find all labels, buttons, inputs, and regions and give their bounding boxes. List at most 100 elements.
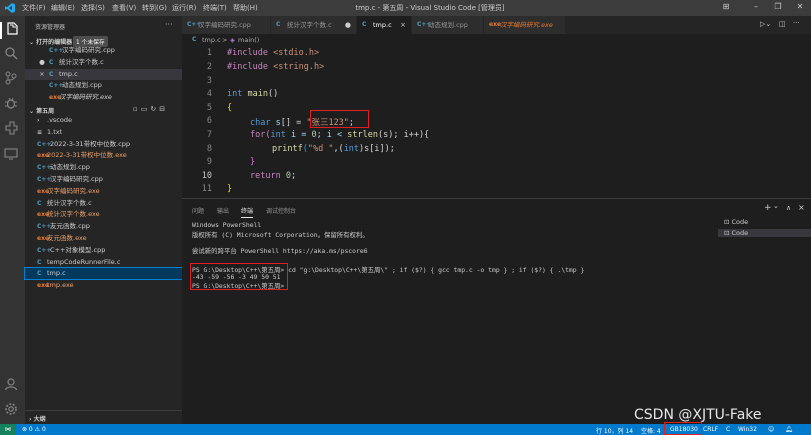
- text-file-icon: ≡: [37, 128, 43, 136]
- file-item[interactable]: exe友元函数.exe: [25, 233, 182, 244]
- tab-tmp-c[interactable]: C tmp.c ×: [357, 16, 412, 34]
- file-name: tmp.c: [47, 269, 66, 278]
- breadcrumb-separator: >: [222, 36, 228, 44]
- layout-icon[interactable]: ⊞: [716, 2, 736, 14]
- file-item[interactable]: exe2022-3-31带权中位数.exe: [25, 150, 182, 161]
- exe-file-icon: exe: [37, 282, 50, 290]
- tab-terminal[interactable]: 终端: [241, 206, 254, 218]
- open-editor-item[interactable]: ● C 统计汉字个数.c: [25, 57, 182, 68]
- extensions-icon[interactable]: [4, 121, 21, 138]
- menu-help[interactable]: 帮助(H): [233, 3, 258, 13]
- menu-edit[interactable]: 编辑(E): [51, 3, 75, 13]
- account-icon[interactable]: [4, 377, 21, 394]
- editor-more-icon[interactable]: ···: [793, 19, 800, 27]
- file-name: 统计汉字个数.exe: [47, 210, 100, 219]
- maximize-panel-icon[interactable]: ∧: [786, 204, 791, 212]
- terminal-dropdown-icon[interactable]: ⌄: [773, 202, 779, 210]
- unsaved-dot-icon[interactable]: ●: [345, 16, 351, 34]
- terminal-instance-active[interactable]: ⊡ Code: [718, 229, 811, 237]
- indentation[interactable]: 空格: 4: [641, 426, 661, 435]
- file-name: tempCodeRunnerFile.c: [47, 257, 121, 266]
- settings-gear-icon[interactable]: [4, 402, 21, 419]
- refresh-icon[interactable]: ↻: [150, 105, 159, 113]
- file-item[interactable]: ≡ 1.txt: [25, 127, 182, 138]
- close-tab-icon[interactable]: ×: [400, 16, 406, 34]
- remote-explorer-icon[interactable]: [4, 147, 21, 164]
- open-editor-item[interactable]: C++汉字编码研究.cpp: [25, 45, 182, 56]
- file-item[interactable]: C++动态规划.cpp: [25, 162, 182, 173]
- folder-item[interactable]: › .vscode: [25, 115, 182, 126]
- run-debug-icon[interactable]: [4, 96, 21, 113]
- line-ending[interactable]: CRLF: [703, 426, 718, 433]
- new-file-icon[interactable]: ▫: [133, 105, 141, 113]
- close-editor-icon[interactable]: ×: [25, 69, 49, 80]
- file-item[interactable]: CtempCodeRunnerFile.c: [25, 257, 182, 268]
- folder-chevron-icon: ›: [37, 117, 40, 124]
- unsaved-dot-icon[interactable]: ●: [25, 57, 49, 68]
- breadcrumb-symbol[interactable]: main(): [238, 34, 259, 46]
- tab-output[interactable]: 输出: [217, 206, 229, 215]
- c-file-icon: C: [49, 70, 54, 78]
- file-item[interactable]: C++友元函数.cpp: [25, 221, 182, 232]
- tab-count-c[interactable]: C 统计汉字个数.c ●: [271, 16, 357, 34]
- new-terminal-icon[interactable]: +: [764, 203, 772, 213]
- tab-hanzi-exe[interactable]: exe 汉字编码研究.exe: [484, 16, 566, 34]
- file-item[interactable]: exe统计汉字个数.exe: [25, 209, 182, 220]
- close-window-button[interactable]: ✕: [790, 2, 810, 14]
- code-line-4: int main(): [227, 89, 279, 99]
- close-panel-icon[interactable]: ×: [798, 203, 805, 212]
- open-editor-item[interactable]: C++动态规划.cpp: [25, 80, 182, 91]
- vscode-logo-icon: [5, 3, 15, 13]
- cursor-position[interactable]: 行 10，列 14: [596, 426, 633, 435]
- minimize-button[interactable]: –: [746, 2, 766, 14]
- breadcrumb-file[interactable]: tmp.c: [202, 34, 221, 46]
- source-control-icon[interactable]: [4, 71, 21, 88]
- menu-selection[interactable]: 选择(S): [81, 3, 105, 13]
- search-icon[interactable]: [4, 46, 21, 63]
- menu-view[interactable]: 查看(V): [112, 3, 136, 13]
- collapse-all-icon[interactable]: ⊟: [159, 105, 168, 113]
- folder-header[interactable]: ⌄ 第五周: [29, 106, 54, 115]
- notifications-icon[interactable]: 🔔︎: [785, 426, 793, 433]
- outline-header[interactable]: › 大纲: [29, 414, 46, 423]
- cpp-file-icon: C++: [37, 223, 52, 231]
- terminal-line: 尝试新的跨平台 PowerShell https://aka.ms/pscore…: [192, 247, 368, 255]
- tab-debug-console[interactable]: 调试控制台: [266, 206, 296, 215]
- split-editor-icon[interactable]: ◫: [779, 20, 786, 28]
- restore-button[interactable]: ❐: [768, 2, 788, 14]
- open-editor-item[interactable]: exe汉字编码研究.exe: [25, 92, 182, 103]
- file-name: C++对象模型.cpp: [50, 245, 106, 254]
- tab-problems[interactable]: 问题: [192, 206, 204, 215]
- run-code-icon[interactable]: ▷⌄: [760, 20, 771, 28]
- menu-run[interactable]: 运行(R): [172, 3, 196, 13]
- file-item[interactable]: exe汉字编码研究.exe: [25, 186, 182, 197]
- file-item[interactable]: Ctmp.c: [24, 267, 183, 281]
- feedback-icon[interactable]: ☺: [768, 426, 774, 433]
- file-name: 统计汉字个数.c: [59, 57, 104, 66]
- function-symbol-icon: ◈: [230, 36, 235, 44]
- file-item[interactable]: C++2022-3-31带权中位数.cpp: [25, 139, 182, 150]
- code-line-11: }: [227, 184, 233, 194]
- file-item[interactable]: C++汉字编码研究.cpp: [25, 174, 182, 185]
- terminal-instance[interactable]: ⊡ Code: [724, 218, 748, 226]
- menu-go[interactable]: 转到(G): [142, 3, 167, 13]
- remote-indicator-icon[interactable]: ⋈: [0, 424, 16, 435]
- tab-dp-cpp[interactable]: C++ 动态规划.cpp: [412, 16, 484, 34]
- platform[interactable]: Win32: [738, 426, 757, 433]
- code-editor[interactable]: 1 2 3 4 5 6 7 8 9 10 11 #include <stdio.…: [182, 46, 811, 196]
- breadcrumb: C tmp.c > ◈ main(): [182, 34, 811, 46]
- problems-indicator[interactable]: ⊗ 0 ⚠ 0: [22, 426, 46, 433]
- file-item[interactable]: exetmp.exe: [25, 280, 182, 291]
- file-name: 汉字编码研究.cpp: [62, 46, 115, 54]
- file-item[interactable]: C 统计汉字个数.c: [25, 198, 182, 209]
- open-editor-item[interactable]: × Ctmp.c: [25, 68, 182, 80]
- menu-file[interactable]: 文件(F): [22, 3, 46, 13]
- new-folder-icon[interactable]: ▭: [141, 105, 151, 113]
- explorer-icon[interactable]: [0, 22, 27, 39]
- file-item[interactable]: C++C++对象模型.cpp: [25, 245, 182, 256]
- file-name: 2022-3-31带权中位数.cpp: [50, 139, 131, 148]
- menu-terminal[interactable]: 终端(T): [203, 3, 227, 13]
- language-mode[interactable]: C: [726, 426, 730, 433]
- more-actions-icon[interactable]: ···: [165, 20, 173, 29]
- tab-hanzi-cpp[interactable]: C++ 汉字编码研究.cpp: [182, 16, 271, 34]
